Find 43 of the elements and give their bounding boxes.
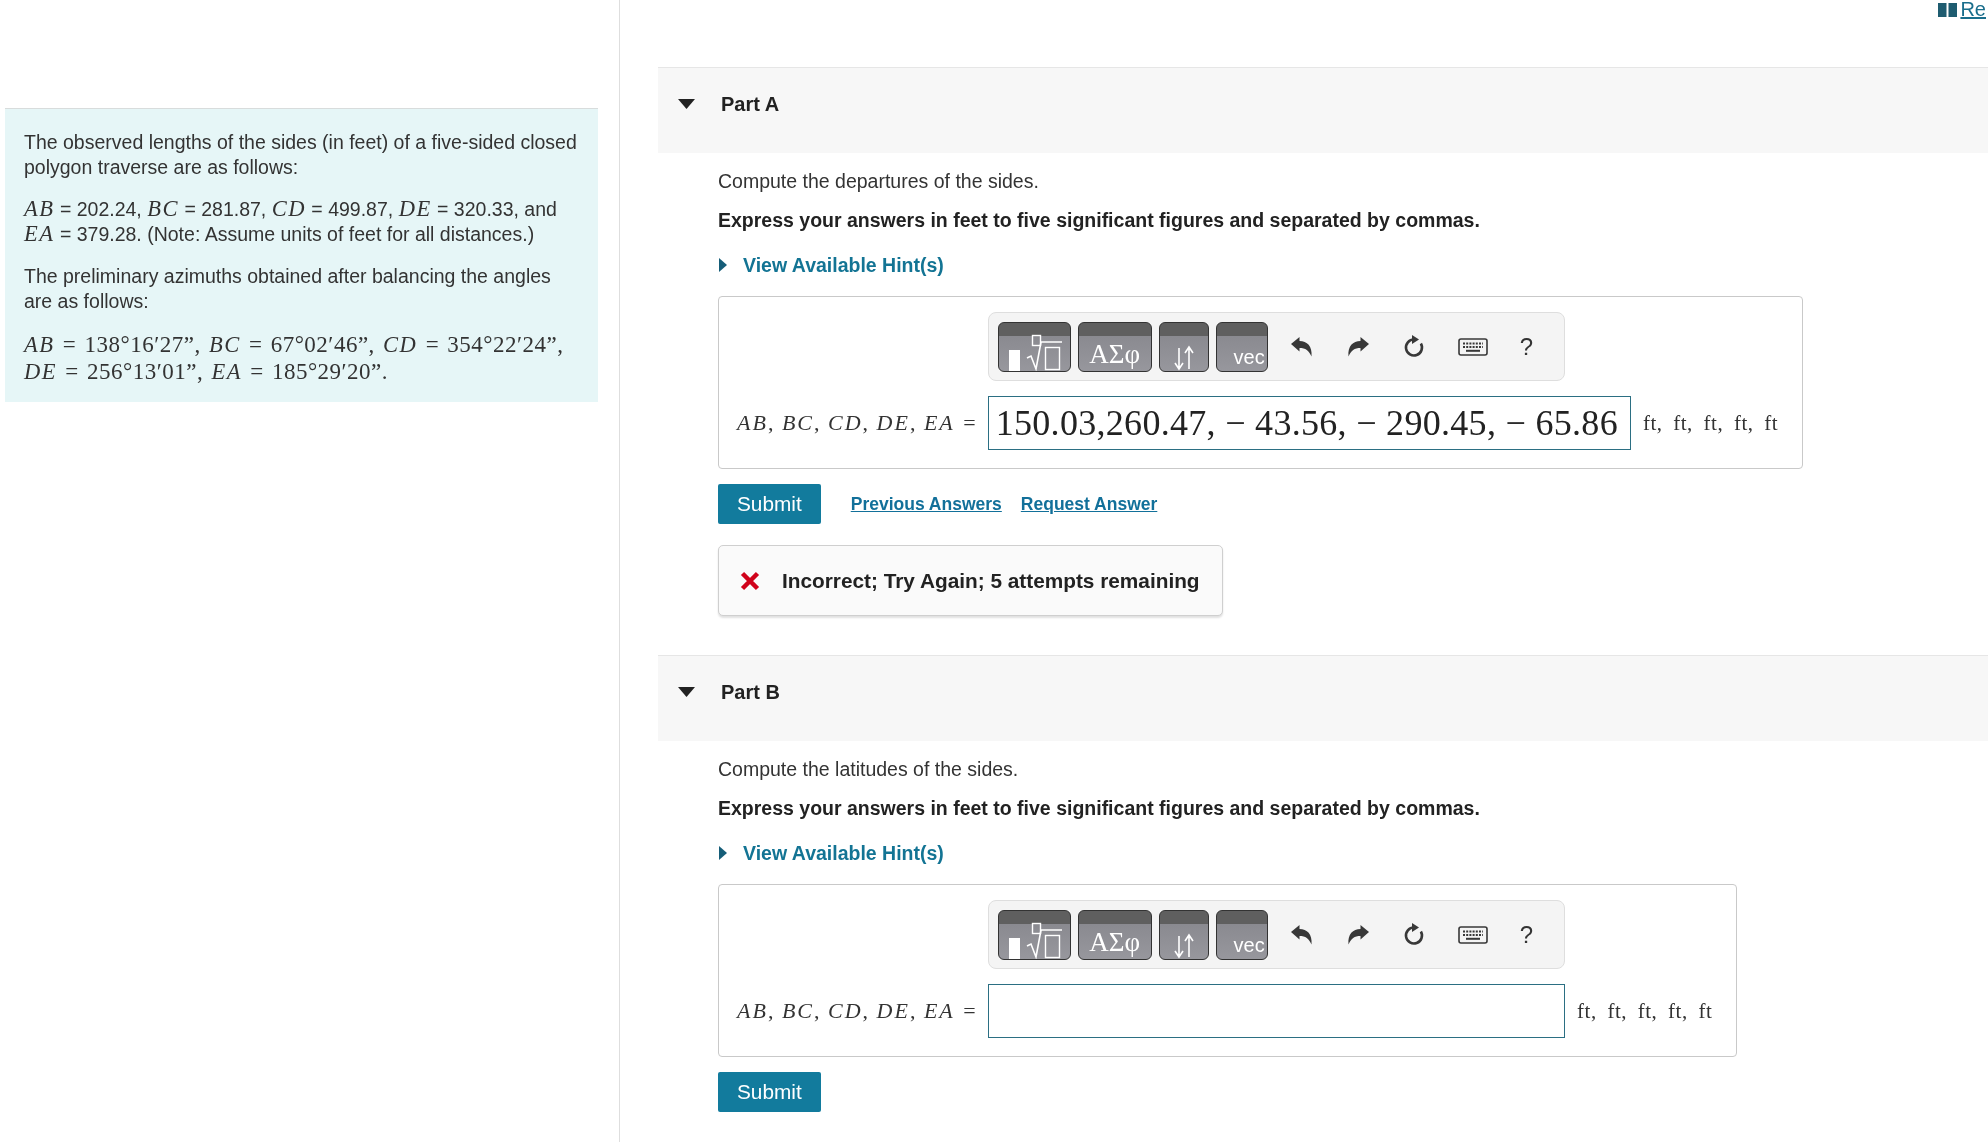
hint-link[interactable]: View Available Hint(s) bbox=[718, 842, 944, 864]
help-button[interactable]: ? bbox=[1519, 334, 1534, 359]
undo-icon[interactable] bbox=[1289, 923, 1314, 946]
arrows-button[interactable] bbox=[1158, 909, 1209, 960]
part-header[interactable]: Part B bbox=[658, 655, 1988, 741]
answer-field[interactable]: 150.03,260.47, − 43.56, − 290.45, − 65.86 bbox=[987, 396, 1631, 450]
answer-label: AB, BC, CD, DE, EA = bbox=[737, 998, 976, 1024]
problem-text: AB = 138°16′27”, BC = 67°02′46”, CD = 354°22′24”, DE = 256°13′01”, EA = 185°29′20”. bbox=[24, 331, 565, 385]
units-label: ft, ft, ft, ft, ft bbox=[1577, 998, 1713, 1024]
instruction-text: Express your answers in feet to five significant figures and separated by commas. bbox=[718, 797, 1481, 819]
problem-text: The observed lengths of the sides (in feet) of a five-sided closed polygon traverse are as follows: bbox=[24, 130, 578, 179]
up-down-arrows-icon bbox=[1171, 344, 1196, 371]
problem-text: The preliminary azimuths obtained after balancing the angles are as follows: bbox=[24, 264, 552, 313]
part-header[interactable]: Part A bbox=[658, 67, 1988, 153]
feedback-text: Incorrect; Try Again; 5 attempts remaining bbox=[782, 568, 1200, 593]
undo-icon[interactable] bbox=[1289, 335, 1314, 358]
hint-link[interactable]: View Available Hint(s) bbox=[718, 254, 944, 276]
up-down-arrows-icon bbox=[1171, 932, 1196, 959]
book-icon bbox=[1938, 2, 1958, 17]
units-label: ft, ft, ft, ft, ft bbox=[1642, 410, 1779, 436]
vector-button[interactable]: vec bbox=[1215, 321, 1268, 372]
keyboard-icon[interactable] bbox=[1457, 925, 1488, 944]
answer-label: AB, BC, CD, DE, EA = bbox=[737, 410, 976, 436]
symbols-button[interactable]: ΑΣφ bbox=[1077, 321, 1152, 372]
radical-template-button[interactable] bbox=[997, 909, 1071, 960]
submit-button[interactable]: Submit bbox=[718, 1072, 821, 1112]
radical-template-button[interactable] bbox=[997, 321, 1071, 372]
header-link[interactable]: Re bbox=[1938, 0, 1988, 19]
vector-button[interactable]: vec bbox=[1215, 909, 1268, 960]
keyboard-icon[interactable] bbox=[1457, 337, 1488, 356]
answer-field[interactable] bbox=[987, 984, 1566, 1038]
part-title: Part A bbox=[721, 93, 780, 115]
instruction-text: Express your answers in feet to five significant figures and separated by commas. bbox=[718, 209, 1481, 231]
part-title: Part B bbox=[721, 681, 780, 703]
symbols-button[interactable]: ΑΣφ bbox=[1077, 909, 1152, 960]
question-text: Compute the latitudes of the sides. bbox=[718, 758, 1020, 780]
problem-text: AB = 202.24, BC = 281.87, CD = 499.87, DE = 320.33, and EA = 379.28. (Note: Assume units of feet for all distances.) bbox=[24, 197, 558, 246]
submit-button[interactable]: Submit bbox=[718, 484, 821, 524]
help-button[interactable]: ? bbox=[1519, 922, 1534, 947]
question-text: Compute the departures of the sides. bbox=[718, 170, 1040, 192]
arrows-button[interactable] bbox=[1158, 321, 1209, 372]
answer-link[interactable]: Request Answer bbox=[1020, 493, 1158, 515]
answer-link[interactable]: Previous Answers bbox=[850, 493, 1002, 515]
